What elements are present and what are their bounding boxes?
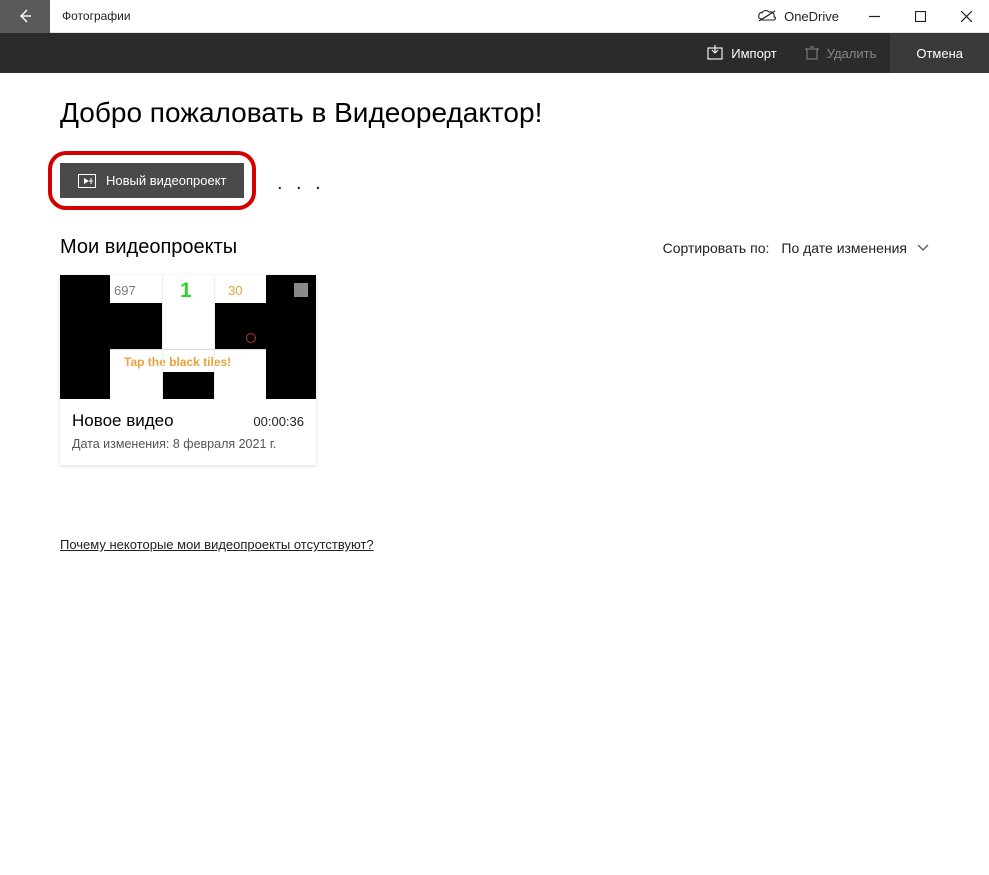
- thumb-gridline: [162, 275, 163, 399]
- thumb-gridline: [110, 349, 266, 350]
- sort-group: Сортировать по: По дате изменения: [663, 240, 929, 256]
- new-video-project-button[interactable]: Новый видеопроект: [60, 163, 244, 198]
- onedrive-label: OneDrive: [784, 9, 839, 24]
- project-thumbnail: 697 1 30 Tap the black tiles!: [60, 275, 316, 399]
- back-arrow-icon: [17, 8, 33, 24]
- project-modified-date: Дата изменения: 8 февраля 2021 г.: [72, 437, 304, 451]
- trash-icon: [805, 46, 819, 60]
- maximize-icon: [915, 11, 926, 22]
- delete-label: Удалить: [827, 46, 877, 61]
- onedrive-button[interactable]: OneDrive: [745, 9, 851, 24]
- import-button[interactable]: Импорт: [693, 33, 790, 73]
- thumb-text-1: 1: [180, 279, 192, 303]
- maximize-button[interactable]: [897, 0, 943, 33]
- new-video-project-label: Новый видеопроект: [106, 173, 226, 188]
- sort-value: По дате изменения: [781, 240, 907, 256]
- thumb-dot: [246, 333, 256, 343]
- project-duration: 00:00:36: [253, 414, 304, 429]
- more-options-button[interactable]: . . .: [277, 172, 325, 195]
- project-title: Новое видео: [72, 411, 174, 431]
- thumb-tile: [214, 303, 266, 350]
- chevron-down-icon: [917, 244, 929, 252]
- project-title-row: Новое видео 00:00:36: [72, 411, 304, 431]
- minimize-button[interactable]: [851, 0, 897, 33]
- why-missing-link[interactable]: Почему некоторые мои видеопроекты отсутс…: [60, 537, 374, 552]
- thumb-text-tap: Tap the black tiles!: [124, 355, 231, 369]
- close-button[interactable]: [943, 0, 989, 33]
- thumb-gridline: [214, 275, 215, 399]
- my-projects-heading: Мои видеопроекты: [60, 236, 237, 259]
- main-content: Добро пожаловать в Видеоредактор! Новый …: [0, 73, 989, 554]
- thumb-text-697: 697: [114, 283, 136, 298]
- title-bar: Фотографии OneDrive: [0, 0, 989, 33]
- close-icon: [961, 11, 972, 22]
- sort-by-label: Сортировать по:: [663, 240, 770, 256]
- highlight-annotation: Новый видеопроект: [48, 151, 256, 210]
- minimize-icon: [869, 11, 880, 22]
- thumb-text-30: 30: [228, 283, 242, 298]
- import-label: Импорт: [731, 46, 776, 61]
- window-controls: [851, 0, 989, 33]
- project-card-body: Новое видео 00:00:36 Дата изменения: 8 ф…: [60, 399, 316, 465]
- selection-checkbox[interactable]: [294, 283, 308, 297]
- app-title: Фотографии: [62, 9, 745, 23]
- import-icon: [707, 45, 723, 61]
- welcome-heading: Добро пожаловать в Видеоредактор!: [60, 97, 929, 129]
- cloud-off-icon: [757, 9, 777, 23]
- toolbar: Импорт Удалить Отмена: [0, 33, 989, 73]
- projects-header-row: Мои видеопроекты Сортировать по: По дате…: [60, 236, 929, 259]
- back-button[interactable]: [0, 0, 50, 33]
- sort-dropdown[interactable]: По дате изменения: [781, 240, 929, 256]
- thumbnail-content: 697 1 30 Tap the black tiles!: [110, 275, 266, 399]
- thumb-tile: [110, 303, 162, 350]
- delete-button: Удалить: [791, 33, 891, 73]
- cancel-label: Отмена: [916, 46, 963, 61]
- video-project-icon: [78, 174, 96, 188]
- project-card[interactable]: 697 1 30 Tap the black tiles! Новое виде…: [60, 275, 316, 465]
- thumb-tile: [162, 372, 214, 399]
- cancel-button[interactable]: Отмена: [890, 33, 989, 73]
